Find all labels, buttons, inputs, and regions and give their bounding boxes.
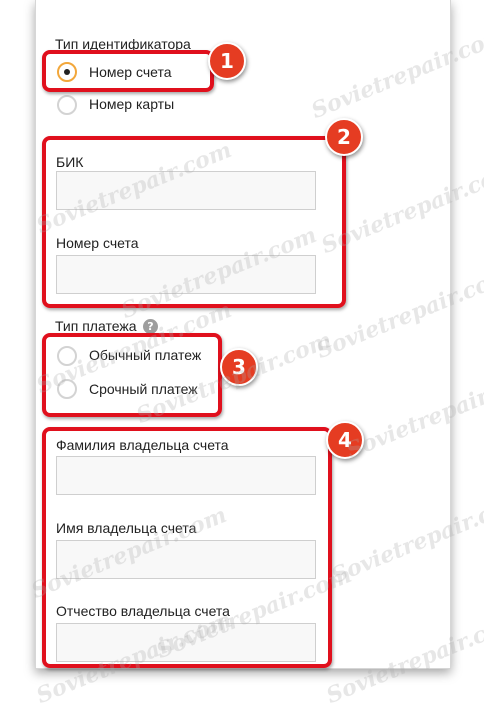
payment-type-label: Тип платежа: [55, 318, 137, 334]
radio-card-number[interactable]: Номер карты: [55, 92, 225, 118]
highlight-box-3: [42, 333, 222, 417]
radio-card-number-control[interactable]: [57, 95, 77, 115]
callout-badge-1: 1: [208, 42, 246, 80]
callout-badge-3: 3: [220, 348, 258, 386]
radio-card-number-label: Номер карты: [89, 96, 175, 112]
highlight-box-4: [42, 427, 332, 668]
callout-badge-4: 4: [326, 421, 364, 459]
highlight-box-1: [42, 50, 214, 92]
question-circle-icon[interactable]: ?: [143, 319, 158, 334]
highlight-box-2: [42, 136, 346, 308]
callout-badge-2: 2: [325, 118, 363, 156]
